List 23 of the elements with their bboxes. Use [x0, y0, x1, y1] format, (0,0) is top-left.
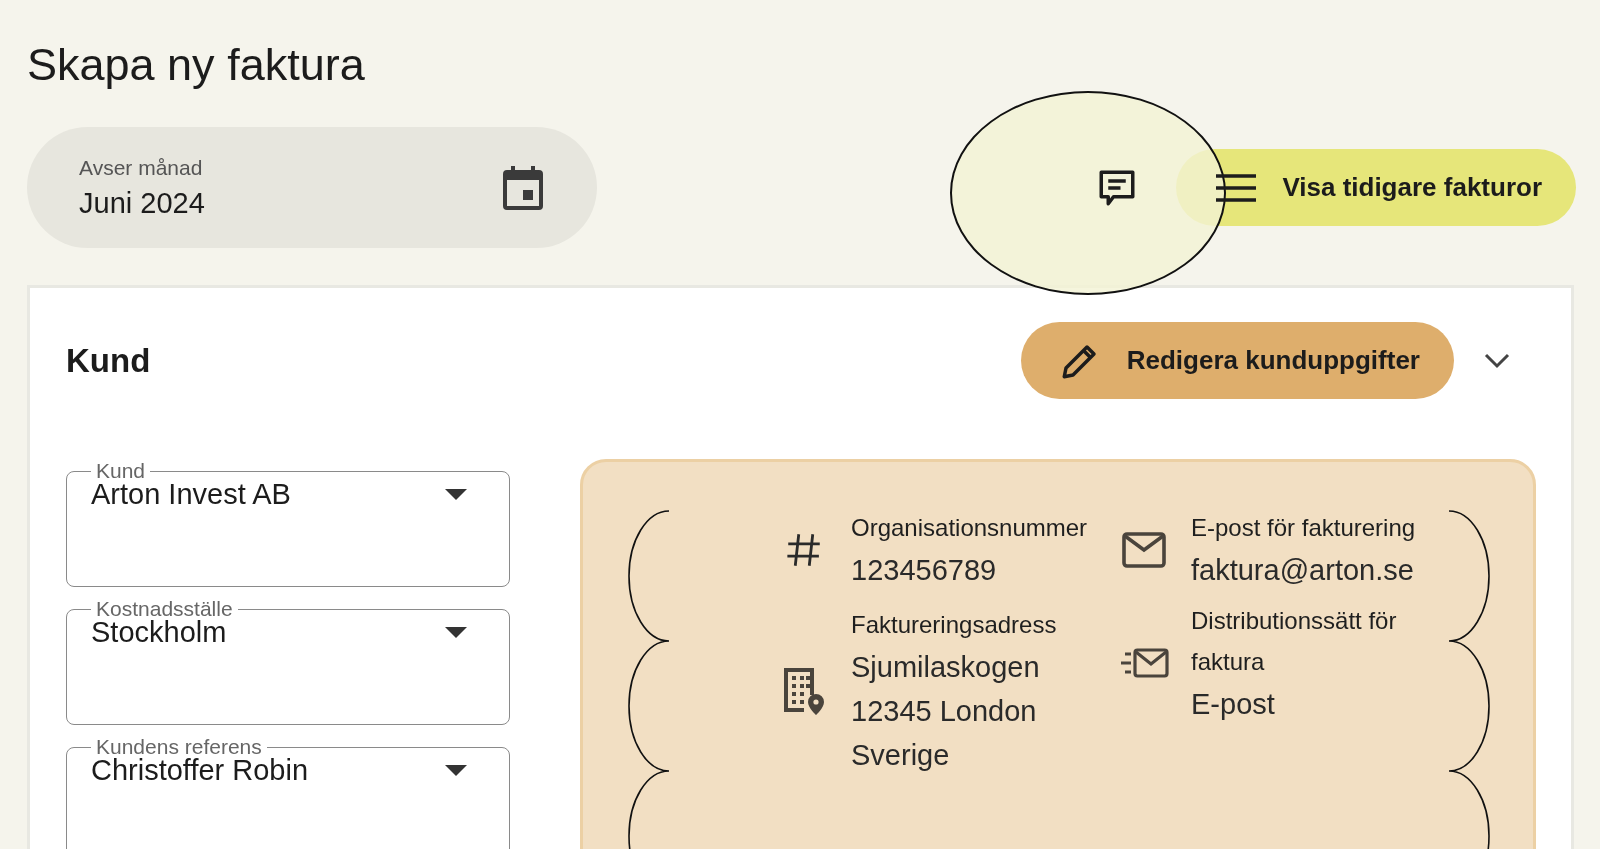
page-title: Skapa ny faktura	[27, 38, 366, 92]
info-label: Distributionssätt för faktura	[1191, 606, 1398, 677]
info-value: faktura@arton.se	[1191, 553, 1415, 588]
dropdown-arrow-icon	[445, 765, 467, 777]
menu-icon	[1216, 172, 1257, 203]
month-field[interactable]: Avser månad Juni 2024	[27, 127, 597, 248]
info-label: Organisationsnummer	[851, 513, 1089, 543]
info-value: Sverige	[851, 738, 951, 773]
info-value: 12345 London	[851, 694, 1038, 729]
dropdown-arrow-icon	[445, 627, 467, 639]
dropdown-arrow-icon	[445, 489, 467, 501]
info-value: E-post	[1191, 687, 1276, 722]
calendar-icon[interactable]	[503, 165, 543, 210]
info-label: E-post för fakturering	[1191, 513, 1417, 543]
info-value: Sjumilaskogen	[851, 650, 1041, 685]
edit-customer-button[interactable]: Redigera kunduppgifter	[1020, 322, 1454, 399]
envelope-send-icon	[1119, 648, 1169, 678]
building-pin-icon	[782, 665, 826, 716]
info-label: Faktureringsadress	[851, 610, 1058, 640]
section-title: Kund	[66, 340, 151, 381]
info-value: 123456789	[851, 553, 998, 588]
envelope-icon	[1122, 531, 1166, 568]
chevron-down-icon[interactable]	[1484, 352, 1510, 369]
